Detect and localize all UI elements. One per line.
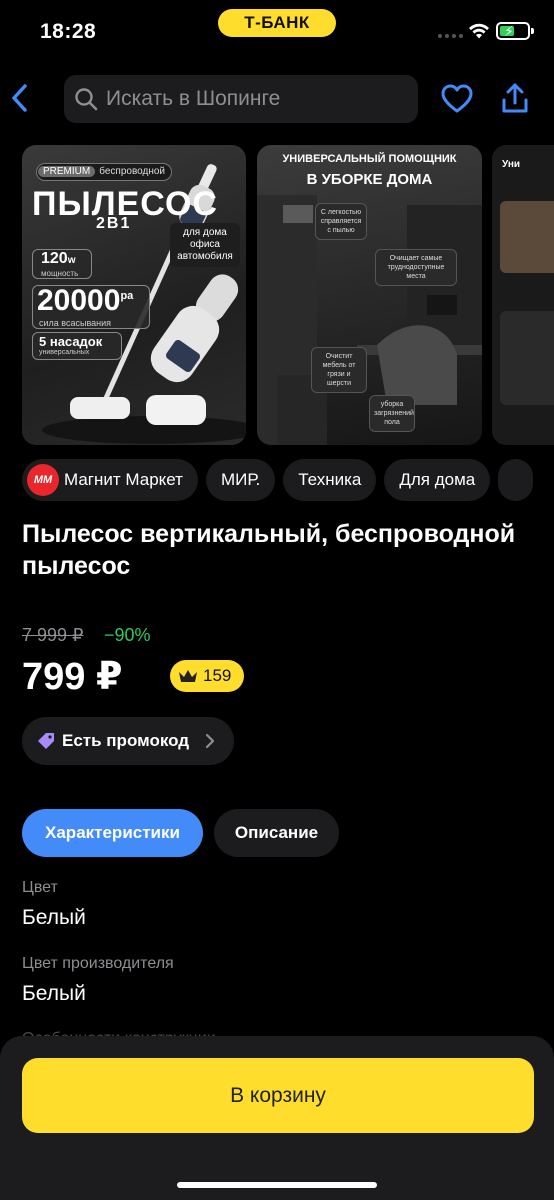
product-title: Пылесос вертикальный, беспроводной пылес…	[22, 520, 516, 580]
store-logo: ММ	[27, 464, 59, 496]
card-title-bottom: В УБОРКЕ ДОМА	[306, 171, 433, 188]
tab-description[interactable]: Описание	[214, 809, 339, 857]
car-seat-photo	[500, 311, 554, 405]
wifi-icon	[468, 22, 490, 45]
feature-note-3: Очистит мебель от грязи и шерсти	[311, 347, 367, 393]
heart-icon	[441, 84, 473, 113]
search-input[interactable]	[106, 75, 406, 123]
cashback-badge[interactable]: 159	[170, 660, 244, 692]
tag-home[interactable]: Для дома	[384, 459, 491, 501]
card-title-top: УНИВЕРСАЛЬНЫЙ ПОМОЩНИК	[282, 153, 457, 165]
search-icon	[75, 88, 98, 111]
power-spec: 120w мощность	[32, 249, 92, 279]
old-price: 7 999 ₽	[22, 625, 84, 645]
product-image-gallery[interactable]: PREMIUM беспроводной ПЫЛЕСОС 2В1 для дома…	[22, 145, 554, 445]
nozzles-spec: 5 насадок универсальных	[32, 332, 122, 360]
cellular-signal-icon	[438, 25, 466, 43]
spec-label-color: Цвет	[22, 879, 58, 896]
status-time: 18:28	[40, 20, 97, 43]
crown-icon	[179, 670, 197, 682]
battery-icon: ⚡	[496, 22, 534, 40]
bank-indicator-pill[interactable]: Т-БАНК	[218, 9, 336, 37]
product-tags-row[interactable]: ММ Магнит Маркет МИР. Техника Для дома	[22, 459, 554, 501]
tag-mir[interactable]: МИР.	[205, 459, 276, 501]
chevron-left-icon	[12, 84, 27, 112]
feature-note-4: уборка загрязнений пола	[369, 395, 415, 432]
uses-label: для дома офиса автомобиля	[170, 223, 240, 267]
feature-note-2: Очищает самые труднодоступные места	[375, 249, 457, 286]
suction-spec: 20000pa сила всасывания	[32, 284, 150, 329]
tag-more[interactable]	[498, 459, 533, 501]
tag-icon	[38, 733, 54, 749]
promo-code-button[interactable]: Есть промокод	[22, 717, 234, 765]
spec-label-manufacturer-color: Цвет производителя	[22, 955, 174, 972]
current-price: 799 ₽	[22, 656, 123, 698]
spec-value-color: Белый	[22, 906, 86, 929]
tag-category[interactable]: Техника	[283, 459, 377, 501]
card-title: Уни	[502, 159, 521, 170]
chevron-right-icon	[205, 733, 215, 749]
status-bar: 18:28 Т-БАНК ⚡	[0, 0, 554, 62]
product-image-3[interactable]: Уни	[492, 145, 554, 445]
car-interior-photo	[500, 201, 554, 273]
spec-value-manufacturer-color: Белый	[22, 982, 86, 1005]
add-to-cart-button[interactable]: В корзину	[22, 1058, 534, 1133]
share-icon	[502, 83, 528, 113]
share-button[interactable]	[500, 82, 530, 114]
top-navigation	[0, 74, 554, 124]
product-image-2[interactable]: УНИВЕРСАЛЬНЫЙ ПОМОЩНИК В УБОРКЕ ДОМА С л…	[257, 145, 482, 445]
premium-badge: PREMIUM беспроводной	[36, 163, 172, 181]
home-indicator[interactable]	[177, 1182, 377, 1188]
search-field[interactable]	[64, 75, 418, 123]
tag-store[interactable]: ММ Магнит Маркет	[22, 459, 198, 501]
card-subtitle: 2В1	[96, 215, 132, 232]
tab-specifications[interactable]: Характеристики	[22, 809, 203, 857]
feature-note-1: С легкостью справляется с пылью	[315, 203, 367, 240]
favorite-button[interactable]	[441, 84, 473, 114]
product-image-1[interactable]: PREMIUM беспроводной ПЫЛЕСОС 2В1 для дома…	[22, 145, 246, 445]
back-button[interactable]	[6, 80, 36, 116]
discount-percent: −90%	[104, 625, 151, 645]
